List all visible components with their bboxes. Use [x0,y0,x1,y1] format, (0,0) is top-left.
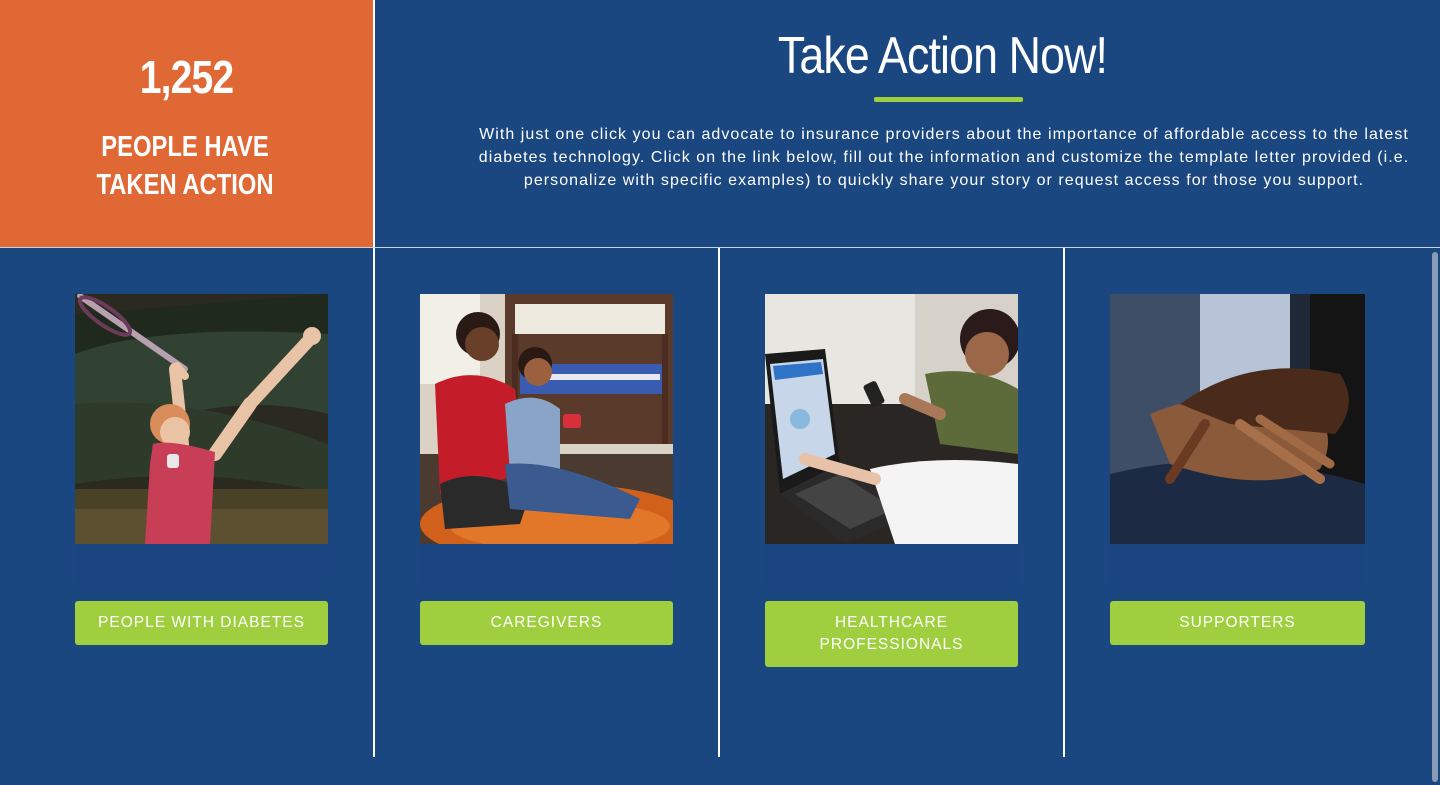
scrollbar-thumb[interactable] [1432,252,1438,782]
intro-paragraph: With just one click you can advocate to … [478,126,1410,189]
action-counter-box: 1,252 PEOPLE HAVE TAKEN ACTION [0,0,373,247]
laptop-consultation-photo [765,294,1018,544]
page-title: Take Action Now! [777,27,1108,85]
divider-vertical [1063,248,1065,757]
divider-horizontal [0,247,1440,248]
card-caption-strip [765,544,1018,584]
supporters-button[interactable]: SUPPORTERS [1110,601,1365,645]
caregivers-button[interactable]: CAREGIVERS [420,601,673,645]
action-count: 1,252 [139,51,234,103]
title-underline [874,97,1023,102]
divider-vertical [373,0,375,757]
card-caption-strip [75,544,328,584]
divider-vertical [718,248,720,757]
card-caption-strip [420,544,673,584]
mother-and-son-photo [420,294,673,544]
card-caption-strip [1110,544,1365,584]
woman-playing-tennis-photo [75,294,328,544]
action-count-label: PEOPLE HAVE TAKEN ACTION [96,131,274,201]
holding-hands-photo [1110,294,1365,544]
people-with-diabetes-button[interactable]: PEOPLE WITH DIABETES [75,601,328,645]
healthcare-professionals-button[interactable]: HEALTHCARE PROFESSIONALS [765,601,1018,667]
